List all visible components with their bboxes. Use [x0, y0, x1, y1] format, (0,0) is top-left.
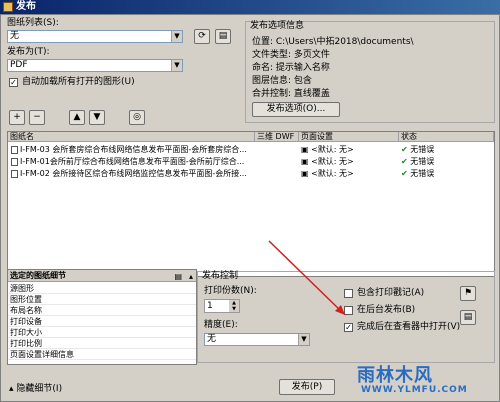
site-watermark: 雨林木风 WWW.YLMFU.COM: [353, 361, 495, 399]
detail-row-plot-size: 打印大小: [8, 327, 196, 338]
add-sheet-icon: +: [13, 112, 21, 122]
status-value: 无错误: [410, 145, 435, 154]
status-value: 无错误: [410, 169, 435, 178]
details-header-label: 选定的图纸细节: [10, 271, 66, 280]
page-setup-icon: ▣: [301, 169, 309, 178]
detail-row-source-drawing: 源图形: [8, 283, 196, 294]
load-sheet-list-button[interactable]: ⟳: [194, 29, 210, 44]
copies-value: 1: [207, 301, 213, 311]
detail-row-layout-name: 布局名称: [8, 305, 196, 316]
collapse-icon[interactable]: ▴: [189, 271, 193, 283]
publish-to-label: 发布为(T):: [7, 47, 50, 57]
publish-control-legend: 发布控制: [202, 271, 239, 281]
hide-details-link[interactable]: ▴ 隐藏细节(I): [9, 384, 62, 395]
hide-details-label: 隐藏细节(I): [16, 384, 63, 394]
chevron-down-icon[interactable]: ▼: [298, 334, 309, 345]
drawing-icon: [11, 169, 18, 178]
publish-to-value: PDF: [10, 60, 28, 70]
column-header-sheet-name[interactable]: 图纸名: [8, 132, 255, 142]
merge-control-info: 合并控制: 直线覆盖: [252, 89, 330, 99]
precision-label: 精度(E):: [204, 320, 238, 330]
chevron-down-icon[interactable]: ▼: [171, 31, 182, 42]
publish-options-group: 发布选项信息 位置: C:\Users\中拓2018\documents\ 文件…: [245, 21, 495, 123]
status-value: 无错误: [410, 157, 435, 166]
app-icon: [3, 2, 13, 12]
precision-value: 无: [207, 334, 217, 344]
spin-down-icon[interactable]: ▼: [229, 306, 239, 312]
save-icon: ▤: [218, 31, 228, 41]
move-down-icon: ▼: [93, 112, 101, 122]
detail-row-plot-scale: 打印比例: [8, 338, 196, 349]
stamp-icon: ⚑: [463, 288, 473, 298]
remove-sheets-button[interactable]: −: [29, 110, 45, 125]
load-icon: ⟳: [198, 31, 206, 41]
watermark-logo: 雨林木风: [357, 365, 433, 386]
location-info: 位置: C:\Users\中拓2018\documents\: [252, 37, 414, 47]
open-in-viewer-label: 完成后在查看器中打开(V): [357, 322, 461, 332]
sheet-details-panel: 选定的图纸细节 ▤ ▴ 源图形 图形位置 布局名称 打印设备 打印大小 打印比例…: [7, 269, 197, 365]
open-in-viewer-checkbox[interactable]: ✓: [344, 323, 353, 332]
detail-row-drawing-location: 图形位置: [8, 294, 196, 305]
background-publish-label: 在后台发布(B): [357, 305, 416, 315]
page-setup-value: <默认: 无>: [311, 145, 354, 154]
include-stamp-label: 包含打印戳记(A): [357, 288, 425, 298]
move-up-icon: ▲: [73, 112, 81, 122]
sheet-list-label: 图纸列表(S):: [7, 18, 59, 28]
publish-to-combo[interactable]: PDF ▼: [7, 59, 183, 72]
publish-options-legend: 发布选项信息: [250, 21, 305, 31]
naming-info: 命名: 提示输入名称: [252, 63, 330, 73]
column-header-page-setup[interactable]: 页面设置: [299, 132, 399, 142]
sheet-table[interactable]: 图纸名 三维 DWF 页面设置 状态 I-FM-03 会所套房综合布线网络信息发…: [7, 131, 495, 277]
watermark-url: WWW.YLMFU.COM: [361, 385, 468, 395]
sheet-list-value: 无: [10, 31, 20, 41]
auto-load-checkbox[interactable]: ✓: [9, 78, 18, 87]
copies-label: 打印份数(N):: [204, 286, 257, 296]
copies-stepper[interactable]: 1 ▲ ▼: [204, 299, 240, 313]
move-down-button[interactable]: ▼: [89, 110, 105, 125]
title-bar: 发布: [0, 0, 500, 14]
details-icon: ▤: [463, 312, 473, 322]
page-setup-value: <默认: 无>: [311, 157, 354, 166]
page-setup-value: <默认: 无>: [311, 169, 354, 178]
preview-button[interactable]: ◎: [129, 110, 145, 125]
precision-combo[interactable]: 无 ▼: [204, 333, 310, 346]
column-header-3d-dwf[interactable]: 三维 DWF: [255, 132, 299, 142]
detail-row-page-setup-details: 页面设置详细信息: [8, 349, 196, 360]
remove-sheet-icon: −: [33, 112, 41, 122]
details-header: 选定的图纸细节 ▤ ▴: [8, 270, 196, 282]
preview-icon: ◎: [133, 112, 141, 122]
detail-row-plot-device: 打印设备: [8, 316, 196, 327]
drawing-icon: [11, 157, 18, 166]
check-icon: ✔: [401, 145, 408, 154]
chevron-down-icon[interactable]: ▼: [171, 60, 182, 71]
sheet-name: I-FM-02 会所接待区综合布线网络监控信息发布平面图-会所接...: [20, 169, 247, 178]
auto-load-label: 自动加载所有打开的图形(U): [22, 77, 135, 87]
publish-dialog: 图纸列表(S): 无 ▼ ⟳ ▤ 发布为(T): PDF ▼ ✓ 自动加载所有打…: [0, 14, 500, 402]
sheet-list-combo[interactable]: 无 ▼: [7, 30, 183, 43]
check-icon: ✔: [401, 157, 408, 166]
drawing-icon: [11, 145, 18, 154]
collapse-arrow-icon: ▴: [9, 384, 14, 394]
sheet-name: I-FM-01会所前厅综合布线网络信息发布平面图-会所前厅综合...: [20, 157, 245, 166]
move-up-button[interactable]: ▲: [69, 110, 85, 125]
table-row[interactable]: I-FM-01会所前厅综合布线网络信息发布平面图-会所前厅综合... ▣ <默认…: [8, 156, 492, 167]
layer-info: 图层信息: 包含: [252, 76, 312, 86]
stamp-settings-button[interactable]: ⚑: [460, 286, 476, 301]
check-icon: ✔: [401, 169, 408, 178]
add-sheets-button[interactable]: +: [9, 110, 25, 125]
table-row[interactable]: I-FM-03 会所套房综合布线网络信息发布平面图-会所套房综合... ▣ <默…: [8, 144, 492, 155]
view-details-button[interactable]: ▤: [460, 310, 476, 325]
file-type-info: 文件类型: 多页文件: [252, 50, 330, 60]
annotation-arrow: [268, 240, 345, 315]
copy-icon[interactable]: ▤: [174, 271, 182, 283]
publish-button[interactable]: 发布(P): [279, 379, 335, 395]
column-header-status[interactable]: 状态: [399, 132, 494, 142]
sheet-name: I-FM-03 会所套房综合布线网络信息发布平面图-会所套房综合...: [20, 145, 247, 154]
publish-options-button[interactable]: 发布选项(O)...: [252, 102, 340, 117]
page-setup-icon: ▣: [301, 157, 309, 166]
window-title: 发布: [16, 1, 36, 12]
save-sheet-list-button[interactable]: ▤: [215, 29, 231, 44]
page-setup-icon: ▣: [301, 145, 309, 154]
table-row[interactable]: I-FM-02 会所接待区综合布线网络监控信息发布平面图-会所接... ▣ <默…: [8, 168, 492, 179]
